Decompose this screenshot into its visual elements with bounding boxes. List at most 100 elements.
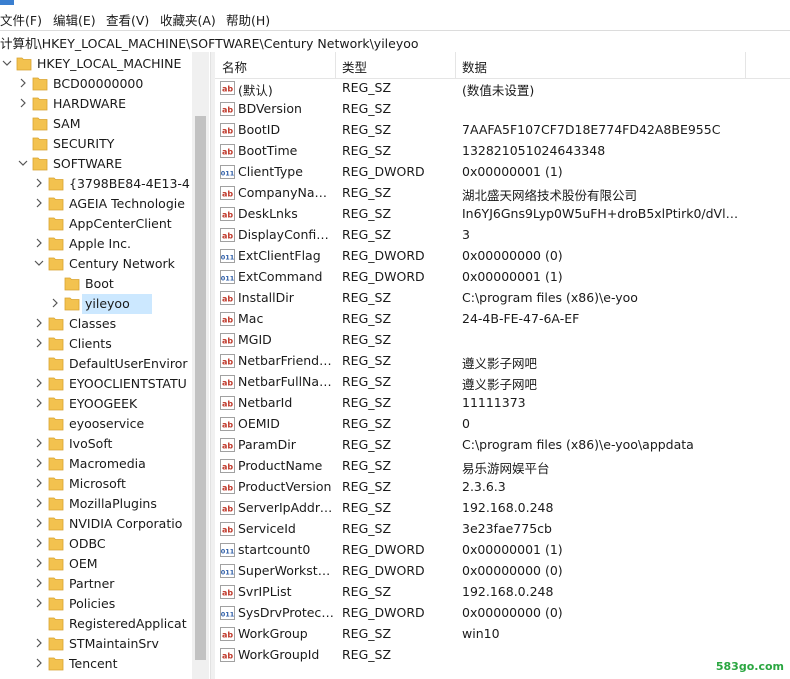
tree-node[interactable]: SOFTWARE xyxy=(0,154,210,174)
chevron-down-icon[interactable] xyxy=(2,58,12,68)
chevron-right-icon[interactable] xyxy=(18,98,28,108)
chevron-right-icon[interactable] xyxy=(34,378,44,388)
tree-node[interactable]: SAM xyxy=(0,114,210,134)
svg-text:ab: ab xyxy=(222,127,233,136)
chevron-right-icon[interactable] xyxy=(34,658,44,668)
value-row[interactable]: 011 ClientType REG_DWORD 0x00000001 (1) xyxy=(215,162,790,183)
value-row[interactable]: ab WorkGroup REG_SZ win10 xyxy=(215,624,790,645)
column-header-name[interactable]: 名称 xyxy=(222,57,247,76)
value-row[interactable]: ab SvrIPList REG_SZ 192.168.0.248 xyxy=(215,582,790,603)
tree-node[interactable]: MozillaPlugins xyxy=(0,494,210,514)
tree-node[interactable]: STMaintainSrv xyxy=(0,634,210,654)
chevron-right-icon[interactable] xyxy=(18,78,28,88)
tree-node[interactable]: NVIDIA Corporatio xyxy=(0,514,210,534)
menu-item[interactable]: 编辑(E) xyxy=(53,10,96,29)
value-row[interactable]: 011 startcount0 REG_DWORD 0x00000001 (1) xyxy=(215,540,790,561)
tree-node[interactable]: EYOOCLIENTSTATU xyxy=(0,374,210,394)
value-row[interactable]: ab BDVersion REG_SZ xyxy=(215,99,790,120)
value-row[interactable]: ab NetbarId REG_SZ 11111373 xyxy=(215,393,790,414)
chevron-right-icon[interactable] xyxy=(34,518,44,528)
chevron-right-icon[interactable] xyxy=(34,558,44,568)
value-row[interactable]: ab DeskLnks REG_SZ In6YJ6Gns9Lyp0W5uFH+droB… xyxy=(215,204,790,225)
value-row[interactable]: ab NetbarFriendly... REG_SZ 遵义影子网吧 xyxy=(215,351,790,372)
value-row[interactable]: ab (默认) REG_SZ (数值未设置) xyxy=(215,78,790,99)
tree-node[interactable]: OEM xyxy=(0,554,210,574)
tree-node[interactable]: SECURITY xyxy=(0,134,210,154)
column-divider[interactable] xyxy=(455,52,456,78)
chevron-right-icon[interactable] xyxy=(34,338,44,348)
tree-node[interactable]: DefaultUserEnviror xyxy=(0,354,210,374)
value-row[interactable]: ab InstallDir REG_SZ C:\program files (x86)… xyxy=(215,288,790,309)
column-header-type[interactable]: 类型 xyxy=(342,57,367,76)
tree-node[interactable]: Clients xyxy=(0,334,210,354)
tree-node[interactable]: eyooservice xyxy=(0,414,210,434)
chevron-right-icon[interactable] xyxy=(34,598,44,608)
value-row[interactable]: ab CompanyName REG_SZ 湖北盛天网络技术股份有限公司 xyxy=(215,183,790,204)
value-row[interactable]: ab WorkGroupId REG_SZ xyxy=(215,645,790,666)
tree-node[interactable]: EYOOGEEK xyxy=(0,394,210,414)
value-row[interactable]: ab ParamDir REG_SZ C:\program files (x86)\e… xyxy=(215,435,790,456)
chevron-right-icon[interactable] xyxy=(34,478,44,488)
value-row[interactable]: ab Mac REG_SZ 24-4B-FE-47-6A-EF xyxy=(215,309,790,330)
tree-scrollbar[interactable] xyxy=(192,52,209,679)
tree-node[interactable]: IvoSoft xyxy=(0,434,210,454)
chevron-right-icon[interactable] xyxy=(34,398,44,408)
tree-node[interactable]: Apple Inc. xyxy=(0,234,210,254)
tree-node[interactable]: HKEY_LOCAL_MACHINE xyxy=(0,54,210,74)
value-row[interactable]: 011 ExtCommand REG_DWORD 0x00000001 (1) xyxy=(215,267,790,288)
chevron-down-icon[interactable] xyxy=(18,158,28,168)
tree-node[interactable]: Macromedia xyxy=(0,454,210,474)
tree-node[interactable]: Classes xyxy=(0,314,210,334)
menu-item[interactable]: 查看(V) xyxy=(106,10,149,29)
tree-node[interactable]: ODBC xyxy=(0,534,210,554)
value-row[interactable]: ab ProductVersion REG_SZ 2.3.6.3 xyxy=(215,477,790,498)
value-type: REG_SZ xyxy=(342,101,392,116)
menu-item[interactable]: 帮助(H) xyxy=(226,10,270,29)
chevron-right-icon[interactable] xyxy=(34,438,44,448)
svg-text:ab: ab xyxy=(222,337,233,346)
address-bar[interactable]: 计算机\HKEY_LOCAL_MACHINE\SOFTWARE\Century … xyxy=(0,30,790,53)
column-header-data[interactable]: 数据 xyxy=(462,57,487,76)
tree-node[interactable]: Microsoft xyxy=(0,474,210,494)
tree-node[interactable]: Policies xyxy=(0,594,210,614)
tree-node[interactable]: Partner xyxy=(0,574,210,594)
tree-node[interactable]: yileyoo xyxy=(0,294,210,314)
chevron-right-icon[interactable] xyxy=(34,318,44,328)
value-row[interactable]: ab BootID REG_SZ 7AAFA5F107CF7D18E774FD42A8… xyxy=(215,120,790,141)
tree-node[interactable]: Tencent xyxy=(0,654,210,674)
tree-node[interactable]: BCD00000000 xyxy=(0,74,210,94)
menu-item[interactable]: 文件(F) xyxy=(0,10,42,29)
tree-node[interactable]: AppCenterClient xyxy=(0,214,210,234)
value-row[interactable]: ab BootTime REG_SZ 132821051024643348 xyxy=(215,141,790,162)
tree-node[interactable]: HARDWARE xyxy=(0,94,210,114)
column-divider[interactable] xyxy=(335,52,336,78)
chevron-right-icon[interactable] xyxy=(34,198,44,208)
value-row[interactable]: ab ProductName REG_SZ 易乐游网娱平台 xyxy=(215,456,790,477)
value-row[interactable]: ab MGID REG_SZ xyxy=(215,330,790,351)
chevron-down-icon[interactable] xyxy=(34,258,44,268)
chevron-right-icon[interactable] xyxy=(50,298,60,308)
value-row[interactable]: ab DisplayConfigid REG_SZ 3 xyxy=(215,225,790,246)
value-row[interactable]: 011 SuperWorkstat... REG_DWORD 0x00000000 (… xyxy=(215,561,790,582)
value-row[interactable]: ab ServerIpAddre... REG_SZ 192.168.0.248 xyxy=(215,498,790,519)
tree-scrollbar-thumb[interactable] xyxy=(195,116,206,660)
tree-node[interactable]: {3798BE84-4E13-4 xyxy=(0,174,210,194)
value-row[interactable]: 011 ExtClientFlag REG_DWORD 0x00000000 (0) xyxy=(215,246,790,267)
column-divider[interactable] xyxy=(745,52,746,78)
value-row[interactable]: ab ServiceId REG_SZ 3e23fae775cb xyxy=(215,519,790,540)
value-row[interactable]: ab OEMID REG_SZ 0 xyxy=(215,414,790,435)
menu-item[interactable]: 收藏夹(A) xyxy=(160,10,216,29)
tree-node[interactable]: RegisteredApplicat xyxy=(0,614,210,634)
chevron-right-icon[interactable] xyxy=(34,538,44,548)
chevron-right-icon[interactable] xyxy=(34,578,44,588)
value-row[interactable]: 011 SysDrvProtected REG_DWORD 0x00000000 (0… xyxy=(215,603,790,624)
tree-node[interactable]: Century Network xyxy=(0,254,210,274)
tree-node[interactable]: AGEIA Technologie xyxy=(0,194,210,214)
tree-node[interactable]: Boot xyxy=(0,274,210,294)
chevron-right-icon[interactable] xyxy=(34,178,44,188)
chevron-right-icon[interactable] xyxy=(34,498,44,508)
chevron-right-icon[interactable] xyxy=(34,638,44,648)
value-row[interactable]: ab NetbarFullName REG_SZ 遵义影子网吧 xyxy=(215,372,790,393)
chevron-right-icon[interactable] xyxy=(34,458,44,468)
chevron-right-icon[interactable] xyxy=(34,238,44,248)
